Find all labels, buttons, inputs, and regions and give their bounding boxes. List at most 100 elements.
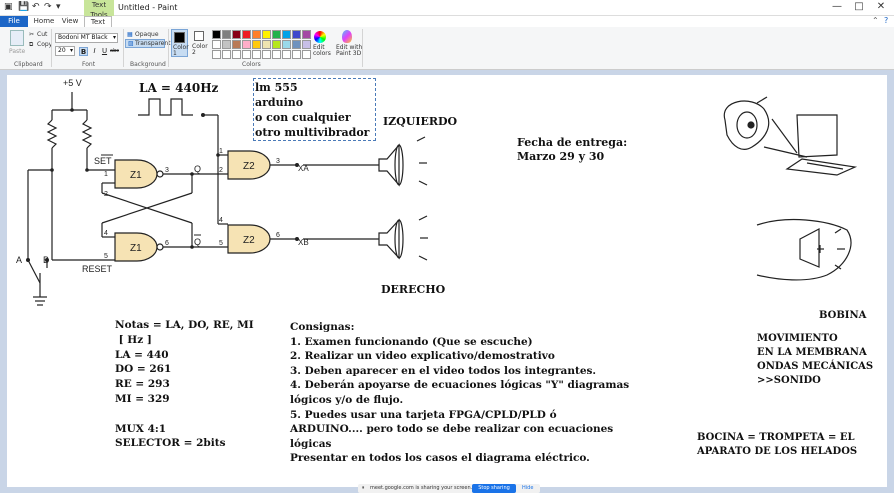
bobina-label: BOBINA <box>819 310 867 321</box>
cut-button[interactable]: Cut <box>37 31 47 38</box>
opaque-button[interactable]: Opaque <box>135 31 159 38</box>
movimiento-text: MOVIMIENTO EN LA MEMBRANA ONDAS MECÁNICA… <box>757 333 874 386</box>
terminal-a-label: A <box>16 255 22 265</box>
palette-color-swatch[interactable] <box>292 50 301 59</box>
palette-color-swatch[interactable] <box>282 30 291 39</box>
font-family-select[interactable]: Bodoni MT Black ▾ <box>55 33 118 43</box>
palette-color-swatch[interactable] <box>242 40 251 49</box>
palette-color-swatch[interactable] <box>302 40 311 49</box>
close-button[interactable]: ✕ <box>870 1 892 12</box>
sound-wave <box>418 215 428 221</box>
resistor-reset <box>81 119 93 149</box>
junction-dot <box>50 168 54 172</box>
edit-with-paint3d-button[interactable]: Edit with Paint 3D <box>336 45 362 57</box>
color2-button[interactable]: Color 2 <box>191 29 208 57</box>
izquierdo-label: IZQUIERDO <box>383 115 458 128</box>
color1-button[interactable]: Color 1 <box>171 29 189 57</box>
stop-sharing-button[interactable]: Stop sharing <box>472 484 516 493</box>
bold-button[interactable]: B <box>79 47 88 56</box>
tab-text[interactable]: Text <box>84 16 112 27</box>
sound-wave <box>418 180 428 186</box>
transparent-button[interactable]: ▨ Transparent <box>125 39 171 48</box>
palette-color-swatch[interactable] <box>262 40 271 49</box>
scissors-icon: ✂ <box>29 31 35 38</box>
ribbon: Paste ✂ Cut ⧉ Copy Clipboard Bodoni MT B… <box>0 27 894 70</box>
sound-wave <box>834 228 842 234</box>
edit-colors-button[interactable]: Edit colors <box>313 45 331 57</box>
palette-color-swatch[interactable] <box>212 40 221 49</box>
separator <box>51 29 52 67</box>
italic-button[interactable]: I <box>90 47 99 56</box>
copy-icon: ⧉ <box>29 41 34 48</box>
palette-color-swatch[interactable] <box>282 50 291 59</box>
pin-label: 4 <box>219 217 223 224</box>
underline-button[interactable]: U <box>100 47 109 56</box>
edit-colors-icon <box>314 31 326 43</box>
tab-file[interactable]: File <box>0 16 28 27</box>
palette-color-swatch[interactable] <box>272 30 281 39</box>
palette-color-swatch[interactable] <box>302 30 311 39</box>
pin-label: 1 <box>104 171 108 178</box>
z2-top-label: Z2 <box>243 161 255 172</box>
save-icon[interactable]: 💾 <box>18 2 29 12</box>
palette-color-swatch[interactable] <box>222 30 231 39</box>
palette-color-swatch[interactable] <box>212 50 221 59</box>
pin-label: 2 <box>219 167 223 174</box>
maximize-button[interactable]: □ <box>848 1 870 12</box>
pin-label: 5 <box>104 253 108 260</box>
la-frequency-text: LA = 440Hz <box>139 81 219 95</box>
palette-color-swatch[interactable] <box>242 30 251 39</box>
paste-button[interactable]: Paste <box>9 48 25 55</box>
paste-icon[interactable] <box>10 30 24 46</box>
color1-label: Color 1 <box>173 44 189 57</box>
pin-label: 5 <box>219 240 223 247</box>
strikethrough-button[interactable]: abc <box>110 47 119 56</box>
undo-icon[interactable]: ↶ <box>32 2 40 12</box>
minimize-button[interactable]: — <box>826 1 848 12</box>
drawing-canvas[interactable]: +5 V SET RESET Z1 Z1 Z2 Z2 Q Q A B XA XB… <box>7 75 887 487</box>
pin-label: 6 <box>276 232 280 239</box>
pin-label: 6 <box>165 240 169 247</box>
palette-color-swatch[interactable] <box>262 30 271 39</box>
junction-dot <box>85 168 89 172</box>
q-label: Q <box>194 164 201 174</box>
palette-color-swatch[interactable] <box>292 40 301 49</box>
copy-button[interactable]: Copy <box>37 41 52 48</box>
palette-color-swatch[interactable] <box>292 30 301 39</box>
monitor-sketch <box>796 114 838 158</box>
palette-color-swatch[interactable] <box>242 50 251 59</box>
palette-color-swatch[interactable] <box>272 40 281 49</box>
hide-button[interactable]: Hide <box>522 484 533 493</box>
palette-color-swatch[interactable] <box>232 40 241 49</box>
palette-color-swatch[interactable] <box>282 40 291 49</box>
palette-color-swatch[interactable] <box>232 50 241 59</box>
palette-color-swatch[interactable] <box>252 40 261 49</box>
tab-view[interactable]: View <box>58 16 82 27</box>
palette-color-swatch[interactable] <box>222 50 231 59</box>
tab-home[interactable]: Home <box>32 16 56 27</box>
z1-top-label: Z1 <box>130 170 142 181</box>
z1-bottom-label: Z1 <box>130 243 142 254</box>
customize-quick-access-icon[interactable]: ▾ <box>56 2 61 12</box>
z2-bottom-label: Z2 <box>243 235 255 246</box>
junction-dot <box>70 108 74 112</box>
palette-color-swatch[interactable] <box>212 30 221 39</box>
qbar-label: Q <box>194 237 201 247</box>
pin-label: 4 <box>104 230 108 237</box>
help-icon[interactable]: ? <box>884 16 888 25</box>
palette-color-swatch[interactable] <box>232 30 241 39</box>
font-size-select[interactable]: 20 ▾ <box>55 46 75 56</box>
text-selection-box[interactable] <box>253 78 376 141</box>
square-wave <box>138 98 193 116</box>
redo-icon[interactable]: ↷ <box>44 2 52 12</box>
palette-color-swatch[interactable] <box>302 50 311 59</box>
collapse-ribbon-icon[interactable]: ⌃ <box>872 16 879 25</box>
xa-label: XA <box>298 164 309 173</box>
palette-color-swatch[interactable] <box>262 50 271 59</box>
palette-color-swatch[interactable] <box>252 30 261 39</box>
palette-color-swatch[interactable] <box>252 50 261 59</box>
palette-color-swatch[interactable] <box>272 50 281 59</box>
background-group-label: Background <box>130 61 166 68</box>
bocina-text: BOCINA = TROMPETA = EL APARATO DE LOS HE… <box>697 432 858 457</box>
palette-color-swatch[interactable] <box>222 40 231 49</box>
